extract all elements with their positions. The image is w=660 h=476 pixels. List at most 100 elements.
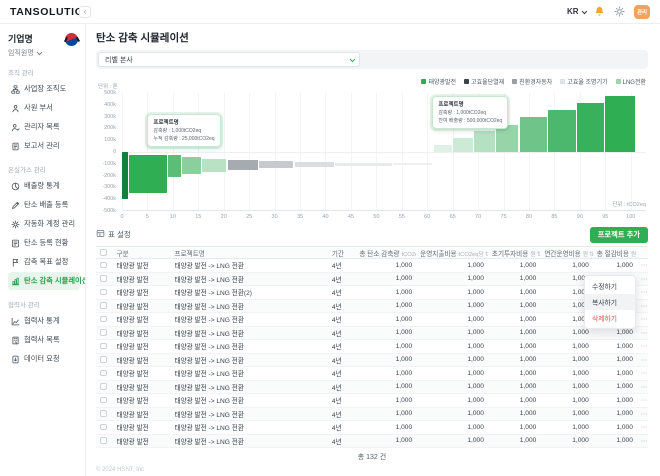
table-cell: 1,000 bbox=[593, 383, 637, 390]
row-actions-button[interactable]: ⋯ bbox=[637, 423, 651, 431]
waterfall-bar[interactable] bbox=[182, 157, 201, 174]
waterfall-bar[interactable] bbox=[393, 163, 432, 165]
waterfall-bar[interactable] bbox=[548, 110, 575, 152]
row-actions-button[interactable]: ⋯ bbox=[637, 437, 651, 445]
chevron-down-icon bbox=[37, 50, 42, 55]
waterfall-bar[interactable] bbox=[122, 152, 128, 199]
row-actions-button[interactable]: ⋯ bbox=[637, 315, 651, 323]
add-project-button[interactable]: 프로젝트 추가 bbox=[590, 227, 648, 243]
row-checkbox[interactable] bbox=[100, 424, 107, 431]
sidebar-item[interactable]: 탄소 배출 등록 bbox=[8, 196, 80, 214]
sidebar-item[interactable]: 사원 부서 bbox=[8, 99, 80, 117]
table-cell: 1,000 bbox=[593, 397, 637, 404]
row-actions-button[interactable]: ⋯ bbox=[637, 302, 651, 310]
row-checkbox[interactable] bbox=[100, 289, 107, 296]
row-actions-button[interactable]: ⋯ bbox=[637, 396, 651, 404]
sidebar-item[interactable]: 감축 목표 설정 bbox=[8, 253, 80, 271]
table-cell: 4년 bbox=[328, 341, 356, 351]
user-avatar[interactable]: 관리 bbox=[634, 5, 650, 19]
topbar-actions: KR 관리 bbox=[567, 5, 650, 19]
sidebar-item[interactable]: 자동화 계정 관리 bbox=[8, 215, 80, 233]
waterfall-bar[interactable] bbox=[605, 96, 635, 152]
table-settings-button[interactable]: 표 설정 bbox=[96, 229, 131, 240]
simulation-icon bbox=[11, 277, 20, 286]
waterfall-bar[interactable] bbox=[202, 159, 226, 172]
row-checkbox[interactable] bbox=[100, 437, 107, 444]
row-checkbox[interactable] bbox=[100, 275, 107, 282]
select-all-checkbox[interactable] bbox=[100, 249, 107, 256]
row-checkbox[interactable] bbox=[100, 262, 107, 269]
waterfall-bar[interactable] bbox=[168, 155, 181, 177]
row-actions-button[interactable]: ⋯ bbox=[637, 356, 651, 364]
waterfall-bar[interactable] bbox=[520, 117, 547, 152]
table-cell: 태양광 발전 bbox=[113, 314, 171, 324]
sidebar-item[interactable]: 탄소 감축 시뮬레이션 bbox=[8, 272, 80, 290]
table-cell: 1,000 bbox=[416, 383, 488, 390]
table-row[interactable]: 태양광 발전태양광 발전 -> LNG 전환4년1,0001,0001,0001… bbox=[96, 394, 648, 408]
row-actions-button[interactable]: ⋯ bbox=[637, 369, 651, 377]
row-checkbox[interactable] bbox=[100, 356, 107, 363]
waterfall-bar[interactable] bbox=[453, 138, 472, 152]
table-row[interactable]: 태양광 발전태양광 발전 -> LNG 전환4년1,0001,0001,0001… bbox=[96, 408, 648, 422]
context-menu-item[interactable]: 복사하기 bbox=[585, 294, 635, 310]
row-checkbox[interactable] bbox=[100, 370, 107, 377]
waterfall-bar[interactable] bbox=[228, 160, 258, 170]
row-checkbox[interactable] bbox=[100, 343, 107, 350]
row-checkbox[interactable] bbox=[100, 410, 107, 417]
sidebar-item[interactable]: 협력사 목록 bbox=[8, 331, 80, 349]
app-window: TANSOLUTION ‹ KR 관리 기업명 임직원명 bbox=[0, 0, 660, 476]
table-body: 태양광 발전태양광 발전 -> LNG 전환4년1,0001,0001,0001… bbox=[96, 259, 648, 448]
row-actions-button[interactable]: ⋯ bbox=[637, 288, 651, 296]
locale-selector[interactable]: KR bbox=[567, 7, 585, 16]
x-tick-label: 75 bbox=[498, 214, 510, 220]
waterfall-bar[interactable] bbox=[295, 162, 334, 167]
waterfall-bar[interactable] bbox=[259, 161, 293, 168]
table-row[interactable]: 태양광 발전태양광 발전 -> LNG 전환4년1,0001,0001,0001… bbox=[96, 421, 648, 435]
row-actions-button[interactable]: ⋯ bbox=[637, 329, 651, 337]
table-row[interactable]: 태양광 발전태양광 발전 -> LNG 전환4년1,0001,0001,0001… bbox=[96, 313, 648, 327]
table-row[interactable]: 태양광 발전태양광 발전 -> LNG 전환4년1,0001,0001,0001… bbox=[96, 327, 648, 341]
context-menu-item[interactable]: 수정하기 bbox=[585, 278, 635, 294]
row-checkbox[interactable] bbox=[100, 383, 107, 390]
waterfall-bar[interactable] bbox=[577, 103, 603, 152]
table-row[interactable]: 태양광 발전태양광 발전 -> LNG 전환(2)4년1,0001,0001,0… bbox=[96, 286, 648, 300]
table-row[interactable]: 태양광 발전태양광 발전 -> LNG 전환4년1,0001,0001,0001… bbox=[96, 381, 648, 395]
waterfall-bar[interactable] bbox=[335, 163, 391, 166]
sidebar-item[interactable]: 관리자 목록 bbox=[8, 118, 80, 136]
waterfall-bar[interactable] bbox=[434, 145, 452, 152]
sidebar-item[interactable]: 협력사 통계 bbox=[8, 312, 80, 330]
x-tick-label: 55 bbox=[396, 214, 408, 220]
row-actions-button[interactable]: ⋯ bbox=[637, 275, 651, 283]
row-actions-button[interactable]: ⋯ bbox=[637, 342, 651, 350]
sidebar-item[interactable]: 배출량 통계 bbox=[8, 177, 80, 195]
table-cell: 1,000 bbox=[593, 329, 637, 336]
waterfall-bar[interactable] bbox=[474, 131, 495, 152]
table-row[interactable]: 태양광 발전태양광 발전 -> LNG 전환4년1,0001,0001,0001… bbox=[96, 273, 648, 287]
row-actions-button[interactable]: ⋯ bbox=[637, 410, 651, 418]
table-row[interactable]: 태양광 발전태양광 발전 -> LNG 전환4년1,0001,0001,0001… bbox=[96, 435, 648, 449]
table-row[interactable]: 태양광 발전태양광 발전 -> LNG 전환4년1,0001,0001,0001… bbox=[96, 354, 648, 368]
sidebar-item[interactable]: 사업장 조직도 bbox=[8, 80, 80, 98]
table-row[interactable]: 태양광 발전태양광 발전 -> LNG 전환4년1,0001,0001,0001… bbox=[96, 340, 648, 354]
member-selector[interactable]: 임직원명 bbox=[8, 48, 64, 58]
notifications-bell-icon[interactable] bbox=[594, 6, 605, 17]
table-row[interactable]: 태양광 발전태양광 발전 -> LNG 전환4년1,0001,0001,0001… bbox=[96, 300, 648, 314]
table-row[interactable]: 태양광 발전태양광 발전 -> LNG 전환4년1,0001,0001,0001… bbox=[96, 367, 648, 381]
row-checkbox[interactable] bbox=[100, 329, 107, 336]
sidebar-item[interactable]: 탄소 등록 현황 bbox=[8, 234, 80, 252]
table-row[interactable]: 태양광 발전태양광 발전 -> LNG 전환4년1,0001,0001,0001… bbox=[96, 259, 648, 273]
row-actions-button[interactable]: ⋯ bbox=[637, 261, 651, 269]
row-actions-button[interactable]: ⋯ bbox=[637, 383, 651, 391]
settings-gear-icon[interactable] bbox=[614, 6, 625, 17]
waterfall-bar[interactable] bbox=[129, 155, 167, 193]
context-menu-item[interactable]: 삭제하기 bbox=[585, 310, 635, 326]
row-checkbox[interactable] bbox=[100, 316, 107, 323]
row-checkbox[interactable] bbox=[100, 397, 107, 404]
row-checkbox[interactable] bbox=[100, 302, 107, 309]
sidebar-item[interactable]: 보고서 관리 bbox=[8, 137, 80, 155]
site-select[interactable]: 리벨 본사 bbox=[98, 52, 360, 67]
sidebar-collapse-button[interactable]: ‹ bbox=[79, 6, 91, 18]
table-cell: 1,000 bbox=[488, 275, 540, 282]
company-name: 기업명 bbox=[8, 32, 64, 45]
sidebar-item[interactable]: 데이터 요청 bbox=[8, 350, 80, 368]
